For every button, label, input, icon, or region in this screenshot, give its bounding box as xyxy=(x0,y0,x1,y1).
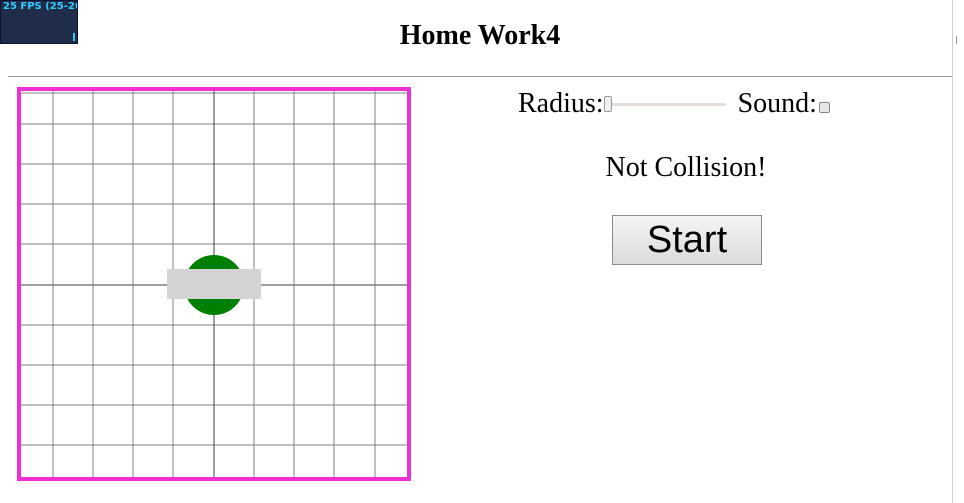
page-title: Home Work4 xyxy=(399,20,561,51)
start-button[interactable]: Start xyxy=(612,215,762,265)
settings-row: Radius: Sound: xyxy=(518,88,830,120)
slider-track xyxy=(605,103,726,106)
page-scroll-edge xyxy=(952,0,953,503)
radius-slider[interactable] xyxy=(603,94,728,114)
sound-checkbox[interactable] xyxy=(818,101,830,113)
header-divider xyxy=(8,76,952,77)
gray-rectangle[interactable] xyxy=(167,269,261,299)
collision-canvas[interactable] xyxy=(17,87,411,481)
canvas-svg xyxy=(21,91,407,477)
collision-status: Not Collision! xyxy=(605,152,767,183)
slider-thumb[interactable] xyxy=(603,96,612,112)
sound-label: Sound: xyxy=(737,88,817,119)
scroll-marker xyxy=(956,36,963,44)
fps-text: 25 FPS (25-26 xyxy=(3,1,77,12)
radius-label: Radius: xyxy=(518,88,604,119)
